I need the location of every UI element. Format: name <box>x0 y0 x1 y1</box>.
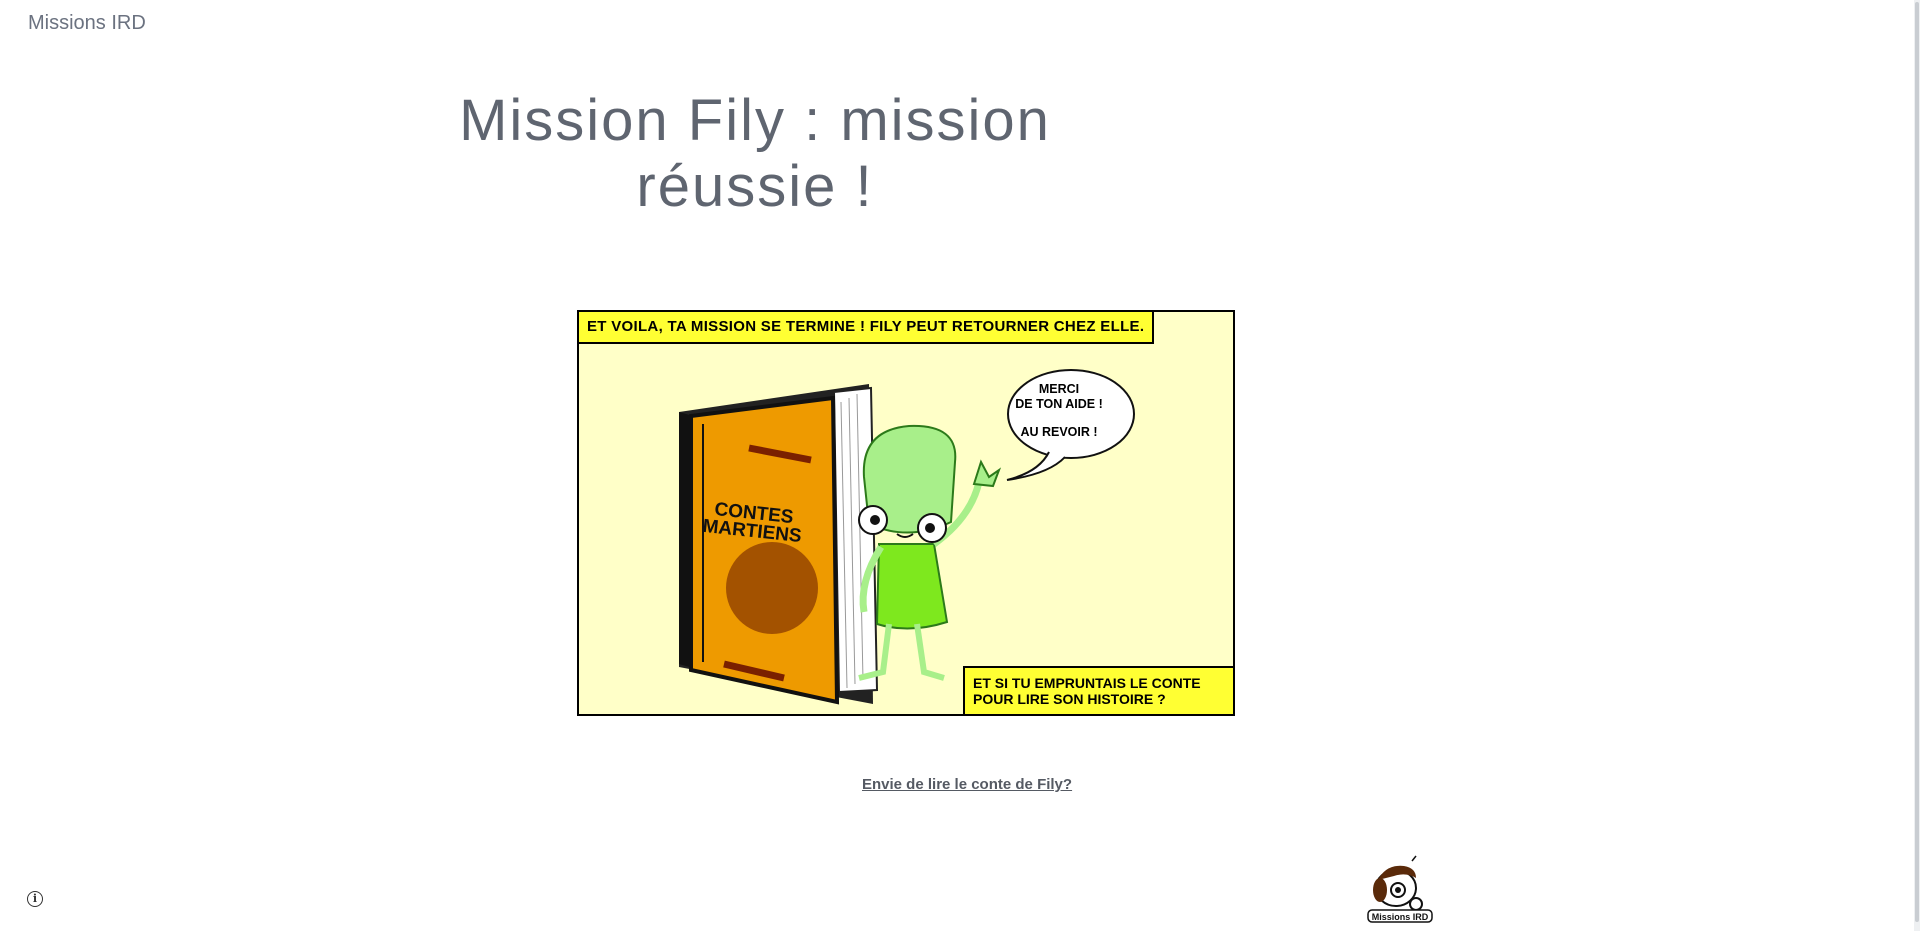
alien-illustration <box>858 424 1002 681</box>
comic-illustration <box>679 369 1135 705</box>
page-title: Mission Fily : mission réussie ! <box>459 88 1051 219</box>
bubble-line-3: AU REVOIR ! <box>1020 425 1098 439</box>
comic-caption-bottom: ET SI TU EMPRUNTAIS LE CONTE POUR LIRE S… <box>963 666 1233 714</box>
read-story-link[interactable]: Envie de lire le conte de Fily? <box>862 776 1072 793</box>
speech-bubble-text: MERCI DE TON AIDE ! AU REVOIR ! <box>999 382 1119 440</box>
bubble-line-2: DE TON AIDE ! <box>1015 397 1103 411</box>
scrollbar[interactable] <box>1914 0 1920 931</box>
bubble-line-1: MERCI <box>1038 382 1080 396</box>
logo-label: Missions IRD <box>1371 912 1429 922</box>
scrollbar-thumb[interactable] <box>1915 2 1919 922</box>
caption-bottom-line-1: ET SI TU EMPRUNTAIS LE CONTE <box>973 675 1201 691</box>
caption-bottom-line-2: POUR LIRE SON HISTOIRE ? <box>973 691 1166 707</box>
info-icon[interactable]: i <box>27 891 43 907</box>
comic-caption-top: ET VOILA, TA MISSION SE TERMINE ! FILY P… <box>579 312 1155 344</box>
comic-image: ET VOILA, TA MISSION SE TERMINE ! FILY P… <box>577 310 1235 716</box>
site-name-link[interactable]: Missions IRD <box>28 12 146 35</box>
